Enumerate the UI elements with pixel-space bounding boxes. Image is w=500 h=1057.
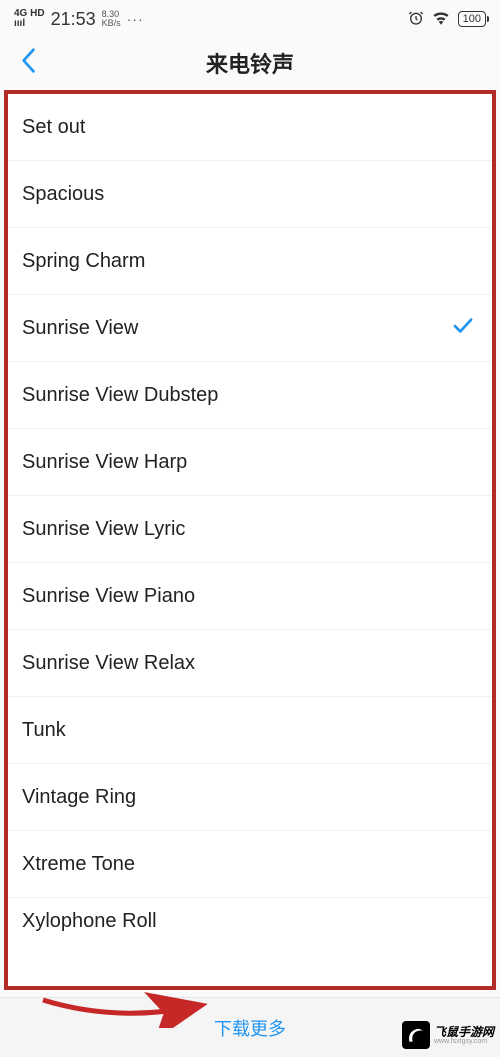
ringtone-item[interactable]: Sunrise View Harp <box>8 429 492 496</box>
wifi-icon <box>432 11 450 28</box>
ringtone-name: Tunk <box>22 719 66 742</box>
ringtone-item[interactable]: Sunrise View Lyric <box>8 496 492 563</box>
status-right: 100 <box>408 10 486 29</box>
ringtone-name: Xylophone Roll <box>22 910 157 933</box>
ringtone-item[interactable]: Sunrise View Dubstep <box>8 362 492 429</box>
status-more-dots: ··· <box>127 11 144 27</box>
chevron-left-icon <box>20 48 36 74</box>
ringtone-list-highlight-box: Set out Spacious Spring Charm Sunrise View S… <box>4 90 496 990</box>
signal-bars: ıııl <box>14 19 45 29</box>
ringtone-item[interactable]: Sunrise View <box>8 295 492 362</box>
ringtone-name: Sunrise View Piano <box>22 585 195 608</box>
ringtone-name: Sunrise View Lyric <box>22 518 185 541</box>
ringtone-item[interactable]: Set out <box>8 94 492 161</box>
status-time: 21:53 <box>51 9 96 30</box>
ringtone-name: Sunrise View Harp <box>22 451 187 474</box>
battery-indicator: 100 <box>458 11 486 27</box>
ringtone-item[interactable]: Spring Charm <box>8 228 492 295</box>
ringtone-list: Set out Spacious Spring Charm Sunrise View S… <box>8 94 492 948</box>
alarm-icon <box>408 10 424 29</box>
ringtone-name: Set out <box>22 116 85 139</box>
check-icon <box>452 315 474 341</box>
ringtone-name: Sunrise View Dubstep <box>22 384 218 407</box>
ringtone-item[interactable]: Spacious <box>8 161 492 228</box>
ringtone-item[interactable]: Xylophone Roll <box>8 898 492 948</box>
network-indicator: 4G HD ıııl <box>14 9 45 29</box>
ringtone-item[interactable]: Vintage Ring <box>8 764 492 831</box>
ringtone-name: Sunrise View Relax <box>22 652 195 675</box>
ringtone-item[interactable]: Tunk <box>8 697 492 764</box>
ringtone-item[interactable]: Xtreme Tone <box>8 831 492 898</box>
ringtone-item[interactable]: Sunrise View Relax <box>8 630 492 697</box>
ringtone-name: Vintage Ring <box>22 786 136 809</box>
ringtone-name: Xtreme Tone <box>22 853 135 876</box>
download-more-button[interactable]: 下载更多 <box>214 1015 286 1041</box>
footer-bar: 下载更多 <box>0 997 500 1057</box>
status-left: 4G HD ıııl 21:53 8.30 KB/s ··· <box>14 9 144 30</box>
back-button[interactable] <box>14 42 42 85</box>
status-speed: 8.30 KB/s <box>102 10 121 28</box>
ringtone-item[interactable]: Sunrise View Piano <box>8 563 492 630</box>
page-title: 来电铃声 <box>0 47 500 79</box>
ringtone-name: Spacious <box>22 183 104 206</box>
speed-unit: KB/s <box>102 19 121 28</box>
status-bar: 4G HD ıııl 21:53 8.30 KB/s ··· 100 <box>0 0 500 38</box>
ringtone-name: Spring Charm <box>22 250 145 273</box>
ringtone-name: Sunrise View <box>22 317 138 340</box>
header: 来电铃声 <box>0 38 500 88</box>
